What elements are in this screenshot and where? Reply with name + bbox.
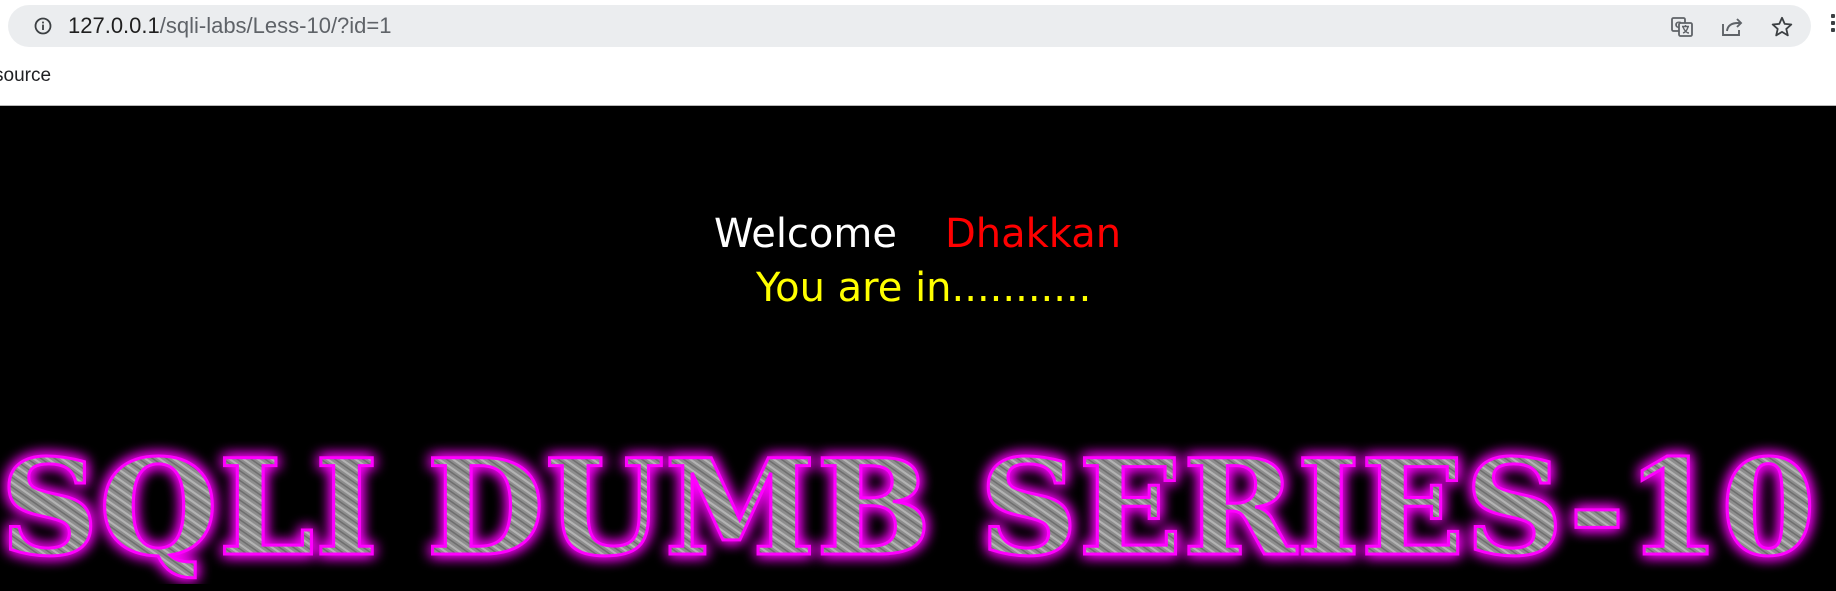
site-info-icon[interactable] [34,17,52,35]
url-text[interactable]: 127.0.0.1/sqli-labs/Less-10/?id=1 [68,5,392,47]
status-message: You are in........... [756,265,1092,311]
banner-text: SQLI DUMB SERIES-10 [0,431,1816,584]
share-icon[interactable] [1720,15,1744,39]
page-content: Welcome Dhakkan You are in........... SQL… [0,106,1836,591]
bookmarks-bar: source [0,52,1836,106]
menu-edge-icon[interactable] [1828,12,1836,34]
url-path: /sqli-labs/Less-10/?id=1 [159,13,392,38]
welcome-line: Welcome Dhakkan [714,210,1121,258]
bookmark-item-source[interactable]: source [0,64,51,88]
bookmark-star-icon[interactable] [1770,15,1794,39]
user-name: Dhakkan [944,211,1122,257]
translate-icon[interactable]: G [1670,15,1694,39]
series-banner: SQLI DUMB SERIES-10 [0,430,1818,585]
browser-toolbar: 127.0.0.1/sqli-labs/Less-10/?id=1 G [0,0,1836,52]
address-bar[interactable]: 127.0.0.1/sqli-labs/Less-10/?id=1 G [8,5,1811,47]
url-host: 127.0.0.1 [68,13,160,38]
welcome-label: Welcome [714,211,897,257]
